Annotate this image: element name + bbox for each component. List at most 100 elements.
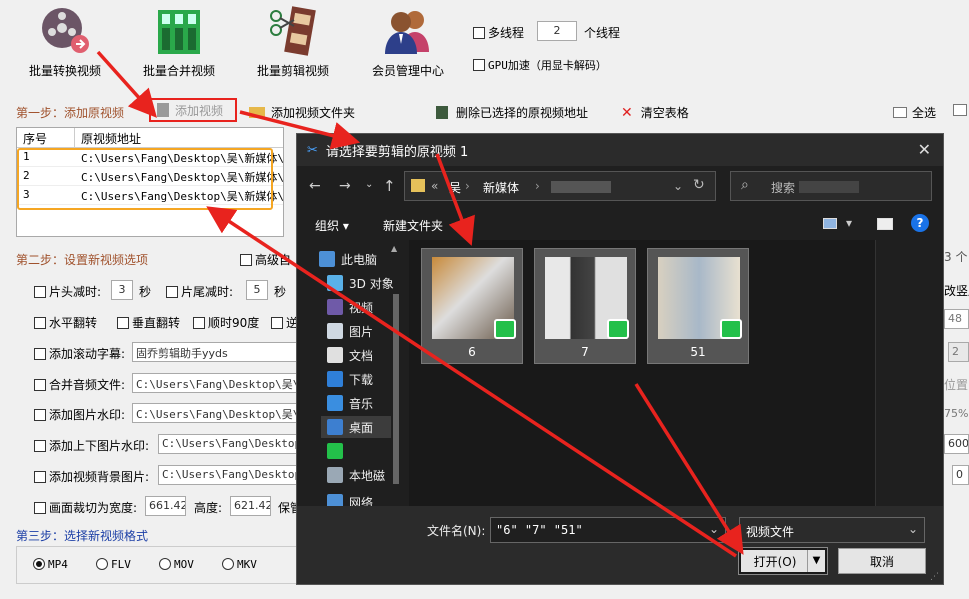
batch-merge-button[interactable]: 批量合并视频 bbox=[129, 6, 229, 86]
resize-grip-icon[interactable]: ⋰ bbox=[930, 572, 939, 582]
add-video-button[interactable]: 添加视频 bbox=[149, 98, 237, 122]
file-item[interactable]: 51 bbox=[647, 248, 749, 364]
preview-pane-icon[interactable] bbox=[877, 218, 893, 230]
cancel-button[interactable]: 取消 bbox=[838, 548, 926, 574]
bg-image-option[interactable]: 添加视频背景图片: bbox=[34, 468, 149, 485]
nav-documents[interactable]: 文档 bbox=[327, 344, 373, 366]
nav-3d-objects[interactable]: 3D 对象 bbox=[327, 272, 394, 294]
breadcrumb-item[interactable]: 新媒体 bbox=[483, 179, 519, 196]
hflip-option[interactable]: 水平翻转 bbox=[34, 314, 97, 331]
help-icon[interactable]: ? bbox=[911, 214, 929, 232]
up-arrow-icon[interactable]: ↑ bbox=[383, 177, 396, 195]
format-mov-radio[interactable] bbox=[159, 558, 171, 570]
tail-cut-checkbox[interactable] bbox=[166, 286, 178, 298]
advanced-checkbox[interactable] bbox=[240, 254, 252, 266]
nav-desktop[interactable]: 桌面 bbox=[321, 416, 391, 438]
crop-option[interactable]: 画面裁切为宽度: bbox=[34, 499, 137, 516]
nav-network[interactable]: 网络 bbox=[327, 494, 373, 506]
rot-other-option[interactable]: 逆 bbox=[271, 314, 298, 331]
advanced-option[interactable]: 高级自 bbox=[240, 251, 291, 268]
breadcrumb-item[interactable]: 吴 bbox=[449, 179, 461, 196]
filename-input[interactable]: "6" "7" "51" ⌄ bbox=[490, 517, 726, 543]
crop-width-input[interactable]: 661.426 bbox=[145, 496, 186, 516]
img-watermark-checkbox[interactable] bbox=[34, 409, 46, 421]
clear-table-button[interactable]: ✕ 清空表格 bbox=[621, 104, 689, 121]
merge-audio-checkbox[interactable] bbox=[34, 379, 46, 391]
format-mov[interactable]: MOV bbox=[159, 558, 194, 571]
address-bar[interactable]: « 吴 › 新媒体 › ⌄ ↻ bbox=[404, 171, 716, 201]
add-folder-button[interactable]: 添加视频文件夹 bbox=[249, 104, 355, 121]
img-watermark-option[interactable]: 添加图片水印: bbox=[34, 406, 125, 423]
refresh-icon[interactable]: ↻ bbox=[693, 177, 705, 193]
format-mkv[interactable]: MKV bbox=[222, 558, 257, 571]
select-all-button[interactable]: 全选 bbox=[893, 104, 936, 121]
tb-watermark-checkbox[interactable] bbox=[34, 440, 46, 452]
filename-dropdown-icon[interactable]: ⌄ bbox=[709, 522, 719, 536]
view-dropdown-icon[interactable]: ▾ bbox=[846, 216, 852, 230]
thread-count-input[interactable]: 2 bbox=[537, 21, 577, 41]
nav-app-shortcut[interactable] bbox=[327, 440, 349, 462]
multithread-checkbox[interactable] bbox=[473, 27, 485, 39]
bg-image-input[interactable]: C:\Users\Fang\Desktop\ bbox=[158, 465, 297, 485]
tb-watermark-input[interactable]: C:\Users\Fang\Desktop\ bbox=[158, 434, 297, 454]
img-watermark-input[interactable]: C:\Users\Fang\Desktop\吴\旨 bbox=[132, 403, 297, 423]
filetype-select[interactable]: 视频文件 ⌄ bbox=[739, 517, 925, 543]
bg-image-checkbox[interactable] bbox=[34, 471, 46, 483]
nav-this-pc[interactable]: 此电脑 bbox=[319, 248, 377, 270]
nav-local-disk[interactable]: 本地磁 bbox=[327, 464, 385, 486]
gpu-option[interactable]: GPU加速（用显卡解码） bbox=[473, 57, 607, 73]
scroll-sub-input[interactable]: 固乔剪辑助手yyds bbox=[132, 342, 297, 362]
rot90-checkbox[interactable] bbox=[193, 317, 205, 329]
right-fragment-8[interactable]: 0 bbox=[952, 465, 969, 485]
tb-watermark-option[interactable]: 添加上下图片水印: bbox=[34, 437, 149, 454]
merge-audio-option[interactable]: 合并音频文件: bbox=[34, 376, 125, 393]
right-fragment-7[interactable]: 600 bbox=[944, 434, 969, 454]
format-mp4[interactable]: MP4 bbox=[33, 558, 68, 571]
organize-menu[interactable]: 组织 ▾ bbox=[315, 217, 349, 234]
format-flv[interactable]: FLV bbox=[96, 558, 131, 571]
new-folder-button[interactable]: 新建文件夹 bbox=[383, 217, 443, 234]
open-split-dropdown-icon[interactable]: ▼ bbox=[807, 550, 825, 572]
scroll-sub-checkbox[interactable] bbox=[34, 348, 46, 360]
head-cut-option[interactable]: 片头减时: bbox=[34, 283, 101, 300]
crop-checkbox[interactable] bbox=[34, 502, 46, 514]
nav-downloads[interactable]: 下载 bbox=[327, 368, 373, 390]
file-item[interactable]: 6 bbox=[421, 248, 523, 364]
open-button[interactable]: 打开(O) ▼ bbox=[738, 547, 828, 575]
format-mp4-radio[interactable] bbox=[33, 558, 45, 570]
member-center-button[interactable]: 会员管理中心 bbox=[358, 6, 458, 86]
gpu-checkbox[interactable] bbox=[473, 59, 485, 71]
tail-cut-input[interactable]: 5 bbox=[246, 280, 268, 300]
right-fragment-4[interactable]: 2 bbox=[948, 342, 969, 362]
nav-pictures[interactable]: 图片 bbox=[327, 320, 373, 342]
back-arrow-icon[interactable]: ← bbox=[309, 178, 321, 194]
format-mkv-radio[interactable] bbox=[222, 558, 234, 570]
filetype-dropdown-icon[interactable]: ⌄ bbox=[908, 522, 918, 536]
history-chevron-icon[interactable]: ⌄ bbox=[365, 179, 373, 190]
batch-clip-button[interactable]: 批量剪辑视频 bbox=[243, 6, 343, 86]
invert-select-icon[interactable] bbox=[953, 104, 967, 116]
format-flv-radio[interactable] bbox=[96, 558, 108, 570]
vflip-option[interactable]: 垂直翻转 bbox=[117, 314, 180, 331]
forward-arrow-icon[interactable]: → bbox=[339, 178, 351, 194]
search-box[interactable]: ⌕ 搜索 bbox=[730, 171, 932, 201]
delete-selected-button[interactable]: 删除已选择的原视频地址 bbox=[436, 104, 588, 121]
view-options-icon[interactable] bbox=[823, 218, 837, 229]
vflip-checkbox[interactable] bbox=[117, 317, 129, 329]
right-fragment-3[interactable]: 48 bbox=[944, 309, 969, 329]
nav-videos[interactable]: 视频 bbox=[327, 296, 373, 318]
file-item[interactable]: 7 bbox=[534, 248, 636, 364]
close-icon[interactable]: ✕ bbox=[918, 140, 931, 159]
head-cut-checkbox[interactable] bbox=[34, 286, 46, 298]
scroll-sub-option[interactable]: 添加滚动字幕: bbox=[34, 345, 125, 362]
breadcrumb-overflow[interactable]: « bbox=[431, 179, 438, 193]
nav-music[interactable]: 音乐 bbox=[327, 392, 373, 414]
batch-convert-button[interactable]: 批量转换视频 bbox=[15, 6, 115, 86]
hflip-checkbox[interactable] bbox=[34, 317, 46, 329]
tail-cut-option[interactable]: 片尾减时: bbox=[166, 283, 233, 300]
rot-other-checkbox[interactable] bbox=[271, 317, 283, 329]
multithread-option[interactable]: 多线程 bbox=[473, 24, 524, 41]
dropdown-chevron-icon[interactable]: ⌄ bbox=[673, 179, 683, 193]
merge-audio-input[interactable]: C:\Users\Fang\Desktop\吴\新 bbox=[132, 373, 297, 393]
rot90-option[interactable]: 顺时90度 bbox=[193, 314, 259, 331]
